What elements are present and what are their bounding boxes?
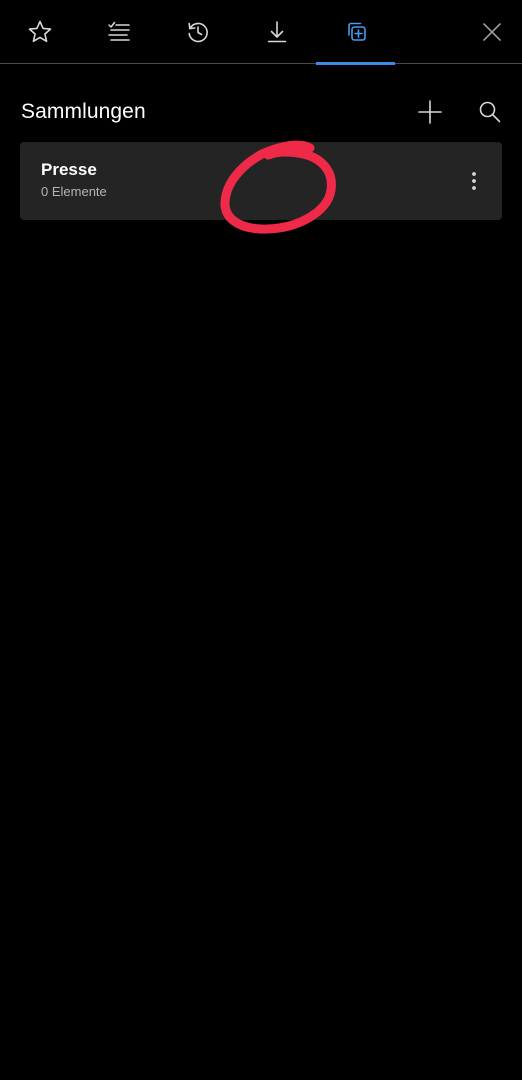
history-icon <box>187 22 208 43</box>
collection-title: Presse <box>41 160 97 179</box>
add-collection-button[interactable] <box>410 92 450 132</box>
tab-favorites[interactable] <box>0 0 79 64</box>
close-button[interactable] <box>472 0 512 64</box>
tab-history[interactable] <box>158 0 237 64</box>
download-icon <box>267 21 286 43</box>
more-vertical-icon <box>472 172 476 190</box>
tab-downloads[interactable] <box>237 0 316 64</box>
close-icon <box>483 23 501 41</box>
collection-more-button[interactable] <box>460 161 488 201</box>
collection-item-count: 0 Elemente <box>41 184 107 199</box>
plus-icon <box>418 100 442 124</box>
search-icon <box>479 101 501 123</box>
page-title: Sammlungen <box>21 100 146 123</box>
reading-list-icon <box>107 21 130 41</box>
collection-card[interactable]: Presse 0 Elemente <box>20 142 502 220</box>
collections-header: Sammlungen <box>0 90 522 136</box>
search-collections-button[interactable] <box>470 92 510 132</box>
tab-reading-list[interactable] <box>79 0 158 64</box>
star-icon <box>28 20 51 43</box>
collections-icon <box>347 22 366 41</box>
tab-collections[interactable] <box>316 0 395 65</box>
hub-tab-bar <box>0 0 522 65</box>
